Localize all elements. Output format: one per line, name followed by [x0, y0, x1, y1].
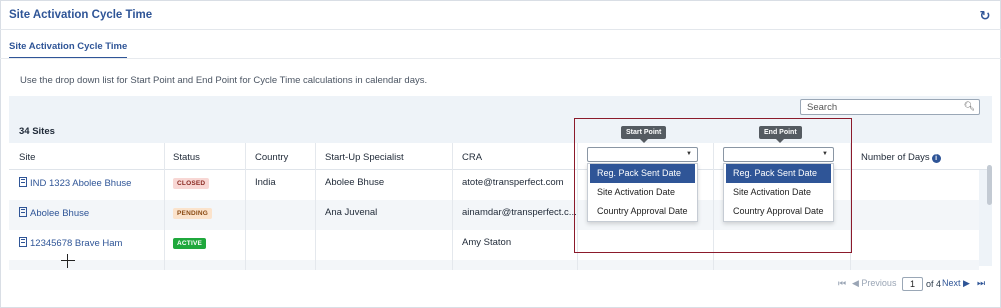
- end-point-tooltip: End Point: [759, 126, 802, 143]
- column-divider: [452, 143, 453, 270]
- column-header-status[interactable]: Status: [173, 152, 200, 163]
- specialist-cell: Abolee Bhuse: [325, 177, 385, 188]
- next-label: Next: [942, 278, 961, 288]
- status-badge: CLOSED: [173, 178, 210, 189]
- page-number-input[interactable]: [902, 277, 923, 291]
- status-badge: ACTIVE: [173, 238, 207, 249]
- site-name: Abolee Bhuse: [30, 208, 90, 219]
- column-header-site[interactable]: Site: [19, 152, 35, 163]
- building-icon: [19, 237, 27, 247]
- next-page-button[interactable]: Next ▶︎: [942, 278, 970, 292]
- status-badge: PENDING: [173, 208, 213, 219]
- number-of-days-label: Number of Days: [861, 152, 930, 163]
- end-option-reg-pack-sent-date[interactable]: Reg. Pack Sent Date: [726, 164, 831, 183]
- building-icon: [19, 177, 27, 187]
- end-point-menu: Reg. Pack Sent Date Site Activation Date…: [723, 163, 834, 222]
- divider: [0, 58, 1001, 59]
- country-cell: India: [255, 177, 276, 188]
- column-header-cra[interactable]: CRA: [462, 152, 482, 163]
- chevron-down-icon: ▼: [686, 151, 692, 157]
- end-point-select[interactable]: ▼: [723, 147, 834, 162]
- start-point-select[interactable]: ▼: [587, 147, 698, 162]
- panel-title: Site Activation Cycle Time: [9, 9, 153, 21]
- column-header-number-of-days[interactable]: Number of Days i: [861, 152, 941, 163]
- start-option-reg-pack-sent-date[interactable]: Reg. Pack Sent Date: [590, 164, 695, 183]
- site-name: 12345678 Brave Ham: [30, 238, 123, 249]
- specialist-cell: Ana Juvenal: [325, 207, 378, 218]
- search-input[interactable]: [801, 100, 961, 114]
- table-scrollbar[interactable]: [987, 165, 992, 205]
- site-link[interactable]: Abolee Bhuse: [19, 207, 89, 219]
- site-name: IND 1323 Abolee Bhuse: [30, 178, 132, 189]
- start-point-tooltip: Start Point: [621, 126, 667, 143]
- end-option-site-activation-date[interactable]: Site Activation Date: [726, 183, 831, 202]
- crosshair-cursor: [61, 254, 75, 268]
- column-header-specialist[interactable]: Start-Up Specialist: [325, 152, 404, 163]
- refresh-icon[interactable]: ↻: [978, 9, 992, 23]
- instructions-text: Use the drop down list for Start Point a…: [20, 75, 428, 86]
- end-option-country-approval-date[interactable]: Country Approval Date: [726, 202, 831, 221]
- search-box[interactable]: 🔍︎: [800, 99, 980, 115]
- column-divider: [245, 143, 246, 270]
- start-option-country-approval-date[interactable]: Country Approval Date: [590, 202, 695, 221]
- first-page-button[interactable]: ⏮︎: [838, 278, 846, 292]
- chevron-down-icon: ▼: [822, 151, 828, 157]
- column-divider: [315, 143, 316, 270]
- last-page-button[interactable]: ⏭︎: [977, 278, 985, 292]
- building-icon: [19, 207, 27, 217]
- site-link[interactable]: IND 1323 Abolee Bhuse: [19, 177, 131, 189]
- column-header-country[interactable]: Country: [255, 152, 288, 163]
- divider: [0, 29, 1001, 30]
- info-icon[interactable]: i: [931, 154, 941, 163]
- page-count: of 4: [926, 279, 942, 289]
- cra-cell: ainamdar@transperfect.c...: [462, 207, 577, 218]
- previous-label: Previous: [861, 278, 897, 288]
- start-point-menu: Reg. Pack Sent Date Site Activation Date…: [587, 163, 698, 222]
- sites-count: 34 Sites: [19, 126, 55, 137]
- cra-cell: atote@transperfect.com: [462, 177, 564, 188]
- cra-cell: Amy Staton: [462, 237, 512, 248]
- tab-site-activation-cycle-time[interactable]: Site Activation Cycle Time: [9, 41, 128, 59]
- search-icon[interactable]: 🔍︎: [964, 101, 975, 112]
- table-row[interactable]: [9, 260, 979, 270]
- site-link[interactable]: 12345678 Brave Ham: [19, 237, 122, 249]
- column-divider: [164, 143, 165, 270]
- start-option-site-activation-date[interactable]: Site Activation Date: [590, 183, 695, 202]
- previous-page-button[interactable]: ◀︎ Previous: [852, 278, 896, 292]
